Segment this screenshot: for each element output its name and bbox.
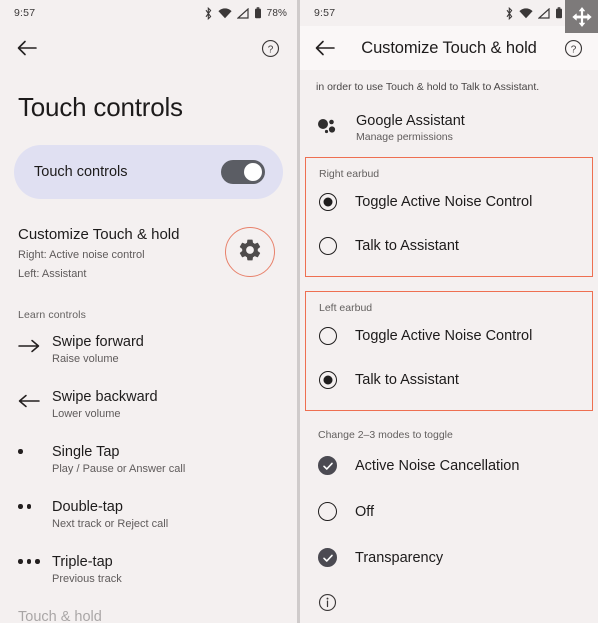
cell-signal-icon (537, 7, 550, 19)
switch-knob (244, 163, 262, 181)
touch-controls-toggle-card[interactable]: Touch controls (14, 145, 283, 199)
list-item[interactable]: Swipe forward Raise volume (0, 333, 297, 367)
right-earbud-label: Right earbud (319, 167, 380, 180)
list-item[interactable]: Swipe backward Lower volume (0, 388, 297, 422)
option-label: Toggle Active Noise Control (355, 193, 533, 210)
left-earbud-label: Left earbud (319, 301, 373, 314)
list-item-subtitle: Next track or Reject call (52, 518, 169, 531)
three-dots-icon (18, 553, 52, 564)
option-label: Toggle Active Noise Control (355, 327, 533, 344)
right-earbud-option-assistant[interactable]: Talk to Assistant (306, 224, 592, 268)
battery-icon (555, 7, 563, 19)
modes-section-label: Change 2–3 modes to toggle (318, 428, 453, 441)
option-label: Transparency (355, 549, 444, 566)
right-screen-panel: 9:57 78% Customize Tou (300, 0, 598, 623)
right-scroll-content: in order to use Touch & hold to Talk to … (300, 70, 598, 623)
list-item-title: Swipe forward (52, 334, 144, 351)
google-assistant-title: Google Assistant (356, 112, 465, 129)
bluetooth-icon (204, 6, 213, 20)
option-label: Talk to Assistant (355, 237, 459, 254)
arrow-left-icon (18, 388, 52, 408)
move-cursor-icon[interactable] (565, 0, 598, 33)
back-arrow-icon[interactable] (312, 35, 338, 61)
arrow-right-icon (18, 333, 52, 353)
status-bar-right: 9:57 78% (300, 0, 598, 26)
radio-button-selected-icon[interactable] (319, 192, 337, 211)
list-item-subtitle: Raise volume (52, 353, 119, 366)
svg-text:?: ? (570, 44, 576, 55)
learn-controls-list: Swipe forward Raise volume Swipe backwar… (0, 333, 297, 623)
list-item[interactable]: Single Tap Play / Pause or Answer call (0, 443, 297, 477)
one-dot-icon (18, 443, 52, 454)
left-earbud-option-anc[interactable]: Toggle Active Noise Control (306, 314, 592, 358)
status-time: 9:57 (14, 7, 36, 19)
cell-signal-icon (236, 7, 249, 19)
mode-option-anc[interactable]: Active Noise Cancellation (300, 445, 598, 487)
list-item-title: Single Tap (52, 444, 120, 461)
list-item-subtitle: Previous track (52, 573, 122, 586)
left-earbud-option-assistant[interactable]: Talk to Assistant (306, 358, 592, 402)
status-bar-left: 9:57 78% (0, 0, 297, 26)
info-circle-icon (300, 579, 598, 617)
list-item-title: Triple-tap (52, 554, 113, 571)
right-app-bar: Customize Touch & hold ? (300, 26, 598, 70)
svg-text:?: ? (267, 44, 273, 55)
help-circle-icon[interactable]: ? (257, 35, 283, 61)
customize-touch-and-hold-row[interactable]: Customize Touch & hold Right: Active noi… (0, 225, 297, 283)
radio-button-icon[interactable] (319, 236, 337, 255)
wifi-icon (519, 7, 533, 19)
assistant-footer-note: Assistant gesture will only work when co… (300, 617, 598, 623)
two-dots-icon (18, 498, 52, 509)
page-title: Touch controls (18, 92, 183, 122)
list-item[interactable]: Double-tap Next track or Reject call (0, 498, 297, 532)
checkbox-checked-icon[interactable] (318, 548, 337, 568)
google-assistant-icon (316, 113, 342, 143)
left-earbud-group: Left earbud Toggle Active Noise Control … (305, 290, 593, 411)
touch-controls-switch[interactable] (221, 160, 265, 184)
left-app-bar: ? (0, 26, 297, 70)
customize-left-assignment: Left: Assistant (18, 268, 87, 281)
customize-right-assignment: Right: Active noise control (18, 249, 145, 262)
mode-option-off[interactable]: Off (300, 491, 598, 533)
list-item[interactable]: Triple-tap Previous track (0, 553, 297, 587)
list-item-title: Double-tap (52, 499, 123, 516)
list-item-subtitle: Play / Pause or Answer call (52, 463, 186, 476)
list-item-title: Swipe backward (52, 389, 158, 406)
scroll-partial-note: in order to use Touch & hold to Talk to … (316, 81, 540, 93)
radio-button-selected-icon[interactable] (319, 370, 337, 389)
right-earbud-option-anc[interactable]: Toggle Active Noise Control (306, 180, 592, 224)
google-assistant-row[interactable]: Google Assistant Manage permissions (300, 95, 598, 143)
radio-button-icon[interactable] (319, 326, 337, 345)
option-label: Off (355, 503, 375, 520)
help-circle-icon[interactable]: ? (560, 35, 586, 61)
option-label: Active Noise Cancellation (355, 457, 520, 474)
customize-title: Customize Touch & hold (18, 226, 180, 243)
list-item-title: Touch & hold (18, 609, 102, 623)
wifi-icon (218, 7, 232, 19)
dual-screenshot-container: 9:57 78% ? Touch controls Touch controls… (0, 0, 598, 623)
right-earbud-group: Right earbud Toggle Active Noise Control… (305, 156, 593, 277)
bluetooth-icon (505, 6, 514, 20)
option-label: Talk to Assistant (355, 371, 459, 388)
left-screen-panel: 9:57 78% ? Touch controls Touch controls… (0, 0, 297, 623)
status-icons: 78% (204, 6, 287, 20)
touch-controls-toggle-label: Touch controls (34, 164, 128, 180)
back-arrow-icon[interactable] (14, 35, 40, 61)
list-item-cut-off[interactable]: Touch & hold (0, 608, 297, 623)
gear-icon[interactable] (237, 237, 263, 268)
list-item-subtitle: Lower volume (52, 408, 121, 421)
right-page-title: Customize Touch & hold (361, 38, 537, 57)
gear-highlight-annotation (225, 227, 275, 277)
battery-percent: 78% (266, 7, 287, 19)
checkbox-checked-icon[interactable] (318, 456, 337, 476)
checkbox-icon[interactable] (318, 502, 337, 522)
google-assistant-subtitle: Manage permissions (356, 130, 453, 143)
status-time: 9:57 (314, 7, 336, 19)
learn-controls-label: Learn controls (18, 309, 86, 322)
mode-option-transparency[interactable]: Transparency (300, 537, 598, 579)
battery-icon (254, 7, 262, 19)
